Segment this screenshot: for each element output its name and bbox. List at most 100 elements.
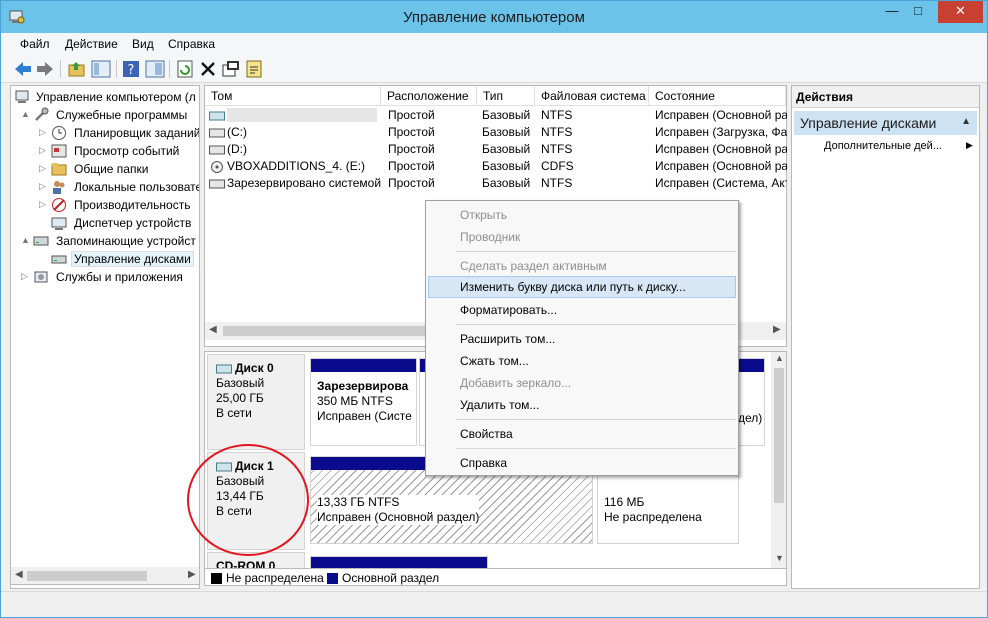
title-bar[interactable]: Управление компьютером — □ ✕ [1,1,987,33]
properties-icon[interactable] [145,59,165,79]
partition-status: Не распределена [604,510,702,524]
status-bar [1,591,987,617]
volume-name: Зарезервировано системой [227,176,382,190]
maximize-button[interactable]: □ [905,1,931,23]
drive-icon [209,145,225,155]
back-icon[interactable] [13,59,33,79]
refresh-icon[interactable] [175,59,195,79]
table-row[interactable]: (C:) Простой Базовый NTFS Исправен (Загр… [205,124,788,141]
performance-icon [52,198,66,212]
menu-item-change-drive-letter[interactable]: Изменить букву диска или путь к диску... [428,276,736,298]
menu-item-format[interactable]: Форматировать... [428,299,736,321]
partition-size: 116 МБ [604,495,645,509]
close-button[interactable]: ✕ [938,1,983,23]
scroll-left-icon[interactable]: ◀ [15,569,23,580]
disk-size: 25,00 ГБ [216,391,264,405]
menu-file[interactable]: Файл [20,37,50,51]
drive-icon [209,111,225,121]
menu-item-add-mirror[interactable]: Добавить зеркало... [428,372,736,394]
expander-icon[interactable]: ▷ [39,163,47,174]
volume-fs: NTFS [541,108,573,122]
scroll-right-icon[interactable]: ▶ [773,324,781,335]
forward-icon[interactable] [35,59,55,79]
partition-size: 13,33 ГБ NTFS [317,495,400,509]
column-header-status[interactable]: Состояние [649,86,786,106]
expander-icon[interactable]: ▲ [21,235,30,245]
svg-text:?: ? [128,63,135,78]
up-folder-icon[interactable] [67,59,87,79]
event-viewer-icon [51,144,67,158]
volume-location: Простой [388,108,435,122]
menu-help[interactable]: Справка [168,37,215,51]
expander-icon[interactable]: ▷ [39,199,47,210]
menu-item-shrink-volume[interactable]: Сжать том... [428,350,736,372]
legend: Не распределена Основной раздел [204,568,787,586]
menu-item-extend-volume[interactable]: Расширить том... [428,328,736,350]
expander-icon[interactable]: ▷ [39,181,47,192]
volume-type: Базовый [482,108,531,122]
menu-action[interactable]: Действие [65,37,118,51]
menu-item-explore[interactable]: Проводник [428,226,736,248]
menu-item-delete-volume[interactable]: Удалить том... [428,394,736,416]
menu-item-properties[interactable]: Свойства [428,423,736,445]
expander-icon[interactable]: ▷ [39,145,47,156]
scroll-right-icon[interactable]: ▶ [188,569,196,580]
disk-state: В сети [216,406,252,420]
tree-horizontal-scrollbar[interactable]: ◀ ▶ [10,567,200,585]
volume-type: Базовый [482,125,531,139]
menu-view[interactable]: Вид [132,37,154,51]
expander-icon[interactable]: ▷ [39,127,47,138]
scroll-thumb[interactable] [223,326,428,336]
expander-icon[interactable]: ▷ [21,271,29,282]
drive-icon [209,128,225,138]
menu-item-open[interactable]: Открыть [428,204,736,226]
cd-drive-icon [211,161,223,173]
storage-icon [33,236,49,246]
minimize-button[interactable]: — [879,1,905,23]
volume-type: Базовый [482,159,531,173]
disk-type: Базовый [216,376,265,390]
volume-fs: NTFS [541,176,573,190]
expander-icon[interactable]: ▲ [21,109,30,119]
collapse-icon[interactable]: ▲ [961,116,971,127]
delete-icon[interactable] [198,59,218,79]
column-header-filesystem[interactable]: Файловая система [535,86,649,106]
scroll-thumb[interactable] [27,571,147,581]
users-icon [53,181,65,194]
volume-status: Исправен (Основной разд [655,142,787,156]
table-row[interactable]: Зарезервировано системой Простой Базовый… [205,175,788,192]
table-row[interactable]: (D:) Простой Базовый NTFS Исправен (Осно… [205,141,788,158]
show-tree-icon[interactable] [91,59,111,79]
legend-label: Основной раздел [342,571,440,585]
more-actions-label: Дополнительные дей... [824,140,942,152]
menu-item-mark-active[interactable]: Сделать раздел активным [428,255,736,277]
checklist-icon[interactable] [221,59,241,79]
computer-management-icon [15,90,29,103]
more-actions-item[interactable]: Дополнительные дей... ▶ [824,140,973,152]
menu-item-help[interactable]: Справка [428,452,736,474]
volume-location: Простой [388,125,435,139]
column-header-volume[interactable]: Том [205,86,381,106]
help-icon[interactable]: ? [121,59,141,79]
actions-section-disk-management[interactable]: Управление дисками ▲ [794,111,977,135]
actions-section-label: Управление дисками [800,115,937,131]
partition-status: Исправен (Систе [317,409,412,423]
export-icon[interactable] [244,59,264,79]
disk-icon [216,364,232,373]
column-header-type[interactable]: Тип [477,86,535,106]
computer-management-window: Управление компьютером — □ ✕ Файл Действ… [0,0,988,618]
scroll-left-icon[interactable]: ◀ [209,324,217,335]
toolbar: ? [1,55,987,83]
table-row[interactable]: VBOXADDITIONS_4. (E:) Простой Базовый CD… [205,158,788,175]
partition-reserved[interactable]: Зарезервирова 350 МБ NTFS Исправен (Сист… [310,358,417,446]
table-row[interactable]: Простой Базовый NTFS Исправен (Основной … [205,107,788,124]
partition-size: 350 МБ NTFS [317,394,393,408]
scroll-up-icon[interactable]: ▲ [775,353,784,363]
scroll-thumb[interactable] [774,368,784,503]
disk-panel-vertical-scrollbar[interactable]: ▲ ▼ [771,352,786,568]
volume-status: Исправен (Система, Акт [655,176,787,190]
column-header-location[interactable]: Расположение [381,86,477,106]
disk-0-label[interactable]: Диск 0 Базовый 25,00 ГБ В сети [207,354,305,450]
scroll-down-icon[interactable]: ▼ [775,553,784,563]
partition-status-fragment: дел) [738,411,763,425]
